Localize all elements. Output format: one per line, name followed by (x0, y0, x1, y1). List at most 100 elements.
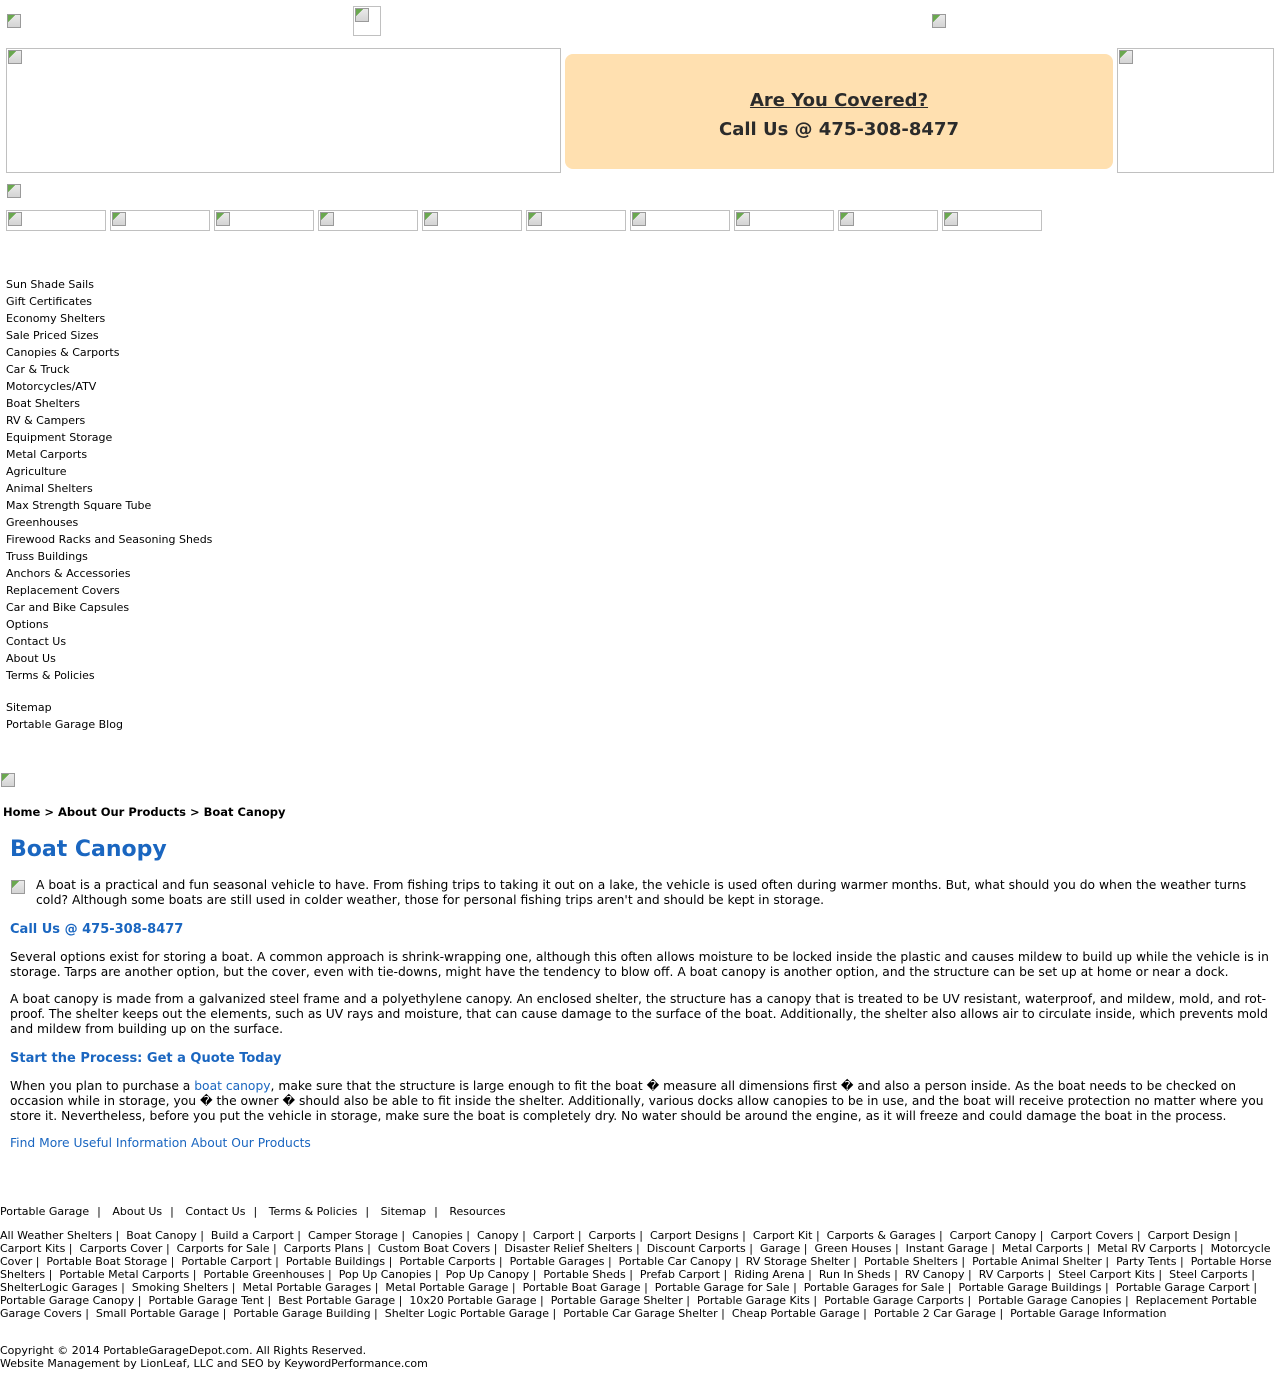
sidebar-item[interactable]: Anchors & Accessories (6, 565, 212, 582)
nav-button-8[interactable] (734, 210, 834, 231)
keyword-link[interactable]: Riding Arena (734, 1268, 804, 1281)
boat-canopy-link[interactable]: boat canopy (194, 1079, 270, 1093)
sidebar-item[interactable]: Metal Carports (6, 446, 212, 463)
keyword-link[interactable]: Portable Garage Carport (1116, 1281, 1250, 1294)
breadcrumb-section[interactable]: About Our Products (58, 805, 186, 819)
sidebar-item[interactable]: Equipment Storage (6, 429, 212, 446)
keyword-link[interactable]: Portable Garage Shelter (551, 1294, 683, 1307)
sidebar-item[interactable]: RV & Campers (6, 412, 212, 429)
sidebar-item[interactable]: Options (6, 616, 212, 633)
footer-link-contact[interactable]: Contact Us (185, 1205, 245, 1218)
keyword-link[interactable]: Disaster Relief Shelters (504, 1242, 632, 1255)
nav-button-4[interactable] (318, 210, 418, 231)
nav-button-5[interactable] (422, 210, 522, 231)
keyword-link[interactable]: Carport (533, 1229, 575, 1242)
sidebar-item-sitemap[interactable]: Sitemap (6, 699, 212, 716)
breadcrumb-home[interactable]: Home (3, 805, 40, 819)
keyword-link[interactable]: Portable Car Canopy (619, 1255, 732, 1268)
nav-button-10[interactable] (942, 210, 1042, 231)
keyword-link[interactable]: Portable Garage Canopies (978, 1294, 1121, 1307)
sidebar-item[interactable]: Firewood Racks and Seasoning Sheds (6, 531, 212, 548)
keyword-link[interactable]: Portable Garage Canopy (0, 1294, 134, 1307)
keyword-link[interactable]: Carport Kit (753, 1229, 813, 1242)
keyword-link[interactable]: Carport Design (1148, 1229, 1231, 1242)
sidebar-item[interactable]: Economy Shelters (6, 310, 212, 327)
keyword-link[interactable]: Prefab Carport (640, 1268, 720, 1281)
keyword-link[interactable]: Portable Garages for Sale (804, 1281, 945, 1294)
sidebar-item[interactable]: Terms & Policies (6, 667, 212, 684)
keyword-link[interactable]: Portable Garages (510, 1255, 605, 1268)
keyword-link[interactable]: Portable Animal Shelter (972, 1255, 1102, 1268)
sidebar-item[interactable]: Truss Buildings (6, 548, 212, 565)
keyword-link[interactable]: Portable Garage Carports (824, 1294, 964, 1307)
sidebar-item[interactable]: About Us (6, 650, 212, 667)
sidebar-item[interactable]: Canopies & Carports (6, 344, 212, 361)
sidebar-item[interactable]: Agriculture (6, 463, 212, 480)
sidebar-item[interactable]: Greenhouses (6, 514, 212, 531)
keyword-link[interactable]: Shelter Logic Portable Garage (385, 1307, 549, 1320)
keyword-link[interactable]: Canopies (412, 1229, 463, 1242)
keyword-link[interactable]: Portable Garage Buildings (959, 1281, 1102, 1294)
sidebar-item[interactable]: Replacement Covers (6, 582, 212, 599)
keyword-link[interactable]: RV Carports (979, 1268, 1044, 1281)
keyword-link[interactable]: Smoking Shelters (132, 1281, 228, 1294)
keyword-link[interactable]: Carports & Garages (827, 1229, 936, 1242)
keyword-link[interactable]: Metal Portable Garage (385, 1281, 508, 1294)
keyword-link[interactable]: Carport Canopy (950, 1229, 1037, 1242)
keyword-link[interactable]: Portable Garage Tent (148, 1294, 264, 1307)
keyword-link[interactable]: Metal RV Carports (1097, 1242, 1196, 1255)
sidebar-item[interactable]: Animal Shelters (6, 480, 212, 497)
keyword-link[interactable]: Portable Garage for Sale (655, 1281, 790, 1294)
sidebar-item[interactable]: Car and Bike Capsules (6, 599, 212, 616)
keyword-link[interactable]: Instant Garage (906, 1242, 988, 1255)
sidebar-item[interactable]: Car & Truck (6, 361, 212, 378)
keyword-link[interactable]: Portable Buildings (286, 1255, 385, 1268)
keyword-link[interactable]: Portable Greenhouses (203, 1268, 324, 1281)
keyword-link[interactable]: Camper Storage (308, 1229, 398, 1242)
keyword-link[interactable]: Garage (760, 1242, 800, 1255)
keyword-link[interactable]: Run In Sheds (819, 1268, 891, 1281)
keyword-link[interactable]: Portable Garage Kits (697, 1294, 810, 1307)
keyword-link[interactable]: Portable Metal Carports (59, 1268, 189, 1281)
nav-button-1[interactable] (6, 210, 106, 231)
footer-link-portable-garage[interactable]: Portable Garage (0, 1205, 89, 1218)
keyword-link[interactable]: 10x20 Portable Garage (409, 1294, 536, 1307)
keyword-link[interactable]: Boat Canopy (126, 1229, 196, 1242)
keyword-link[interactable]: Green Houses (814, 1242, 891, 1255)
keyword-link[interactable]: RV Canopy (905, 1268, 965, 1281)
keyword-link[interactable]: Portable Carports (399, 1255, 495, 1268)
nav-button-9[interactable] (838, 210, 938, 231)
keyword-link[interactable]: Party Tents (1116, 1255, 1176, 1268)
keyword-link[interactable]: Discount Carports (647, 1242, 746, 1255)
keyword-link[interactable]: Portable Garage Building (233, 1307, 370, 1320)
keyword-link[interactable]: Carport Covers (1050, 1229, 1133, 1242)
keyword-link[interactable]: Carport Kits (0, 1242, 65, 1255)
keyword-link[interactable]: Pop Up Canopy (446, 1268, 530, 1281)
keyword-link[interactable]: Build a Carport (211, 1229, 294, 1242)
nav-button-2[interactable] (110, 210, 210, 231)
quote-heading[interactable]: Start the Process: Get a Quote Today (10, 1051, 1272, 1067)
keyword-link[interactable]: Portable Garage Information (1010, 1307, 1166, 1320)
nav-button-7[interactable] (630, 210, 730, 231)
keyword-link[interactable]: ShelterLogic Garages (0, 1281, 118, 1294)
keyword-link[interactable]: All Weather Shelters (0, 1229, 112, 1242)
sidebar-item[interactable]: Sun Shade Sails (6, 276, 212, 293)
sidebar-item[interactable]: Motorcycles/ATV (6, 378, 212, 395)
keyword-link[interactable]: Portable 2 Car Garage (874, 1307, 996, 1320)
keyword-link[interactable]: Carports (589, 1229, 636, 1242)
sidebar-item[interactable]: Gift Certificates (6, 293, 212, 310)
keyword-link[interactable]: RV Storage Shelter (746, 1255, 850, 1268)
keyword-link[interactable]: Canopy (477, 1229, 519, 1242)
keyword-link[interactable]: Pop Up Canopies (339, 1268, 432, 1281)
more-info-link[interactable]: Find More Useful Information About Our P… (10, 1136, 1272, 1151)
keyword-link[interactable]: Portable Boat Garage (523, 1281, 641, 1294)
keyword-link[interactable]: Carport Designs (650, 1229, 739, 1242)
keyword-link[interactable]: Portable Boat Storage (46, 1255, 167, 1268)
sidebar-item[interactable]: Max Strength Square Tube (6, 497, 212, 514)
nav-button-3[interactable] (214, 210, 314, 231)
sidebar-item[interactable]: Boat Shelters (6, 395, 212, 412)
keyword-link[interactable]: Carports Plans (284, 1242, 364, 1255)
keyword-link[interactable]: Portable Shelters (864, 1255, 958, 1268)
keyword-link[interactable]: Best Portable Garage (278, 1294, 395, 1307)
keyword-link[interactable]: Steel Carport Kits (1058, 1268, 1155, 1281)
